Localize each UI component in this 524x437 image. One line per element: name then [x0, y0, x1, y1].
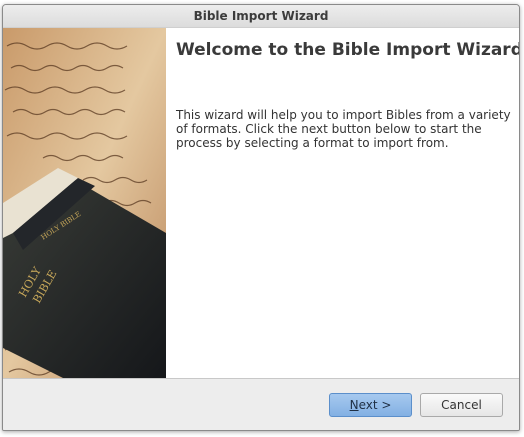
- bible-side-image: HOLY BIBLE HOLY BIBLE: [3, 28, 166, 378]
- wizard-page: HOLY BIBLE HOLY BIBLE Welcome to the Bib…: [3, 28, 519, 378]
- button-bar: Next > Cancel: [3, 378, 519, 430]
- title-bar[interactable]: Bible Import Wizard: [3, 5, 519, 28]
- window-title: Bible Import Wizard: [193, 9, 329, 23]
- next-mnemonic: N: [349, 398, 359, 412]
- wizard-window: Bible Import Wizard HOLY BIBLE HOLY BIBL…: [2, 4, 520, 431]
- next-label: ext >: [358, 398, 392, 412]
- next-button[interactable]: Next >: [329, 393, 412, 417]
- cancel-button[interactable]: Cancel: [420, 393, 503, 417]
- page-heading: Welcome to the Bible Import Wizard: [176, 40, 520, 60]
- page-description: This wizard will help you to import Bibl…: [176, 108, 511, 150]
